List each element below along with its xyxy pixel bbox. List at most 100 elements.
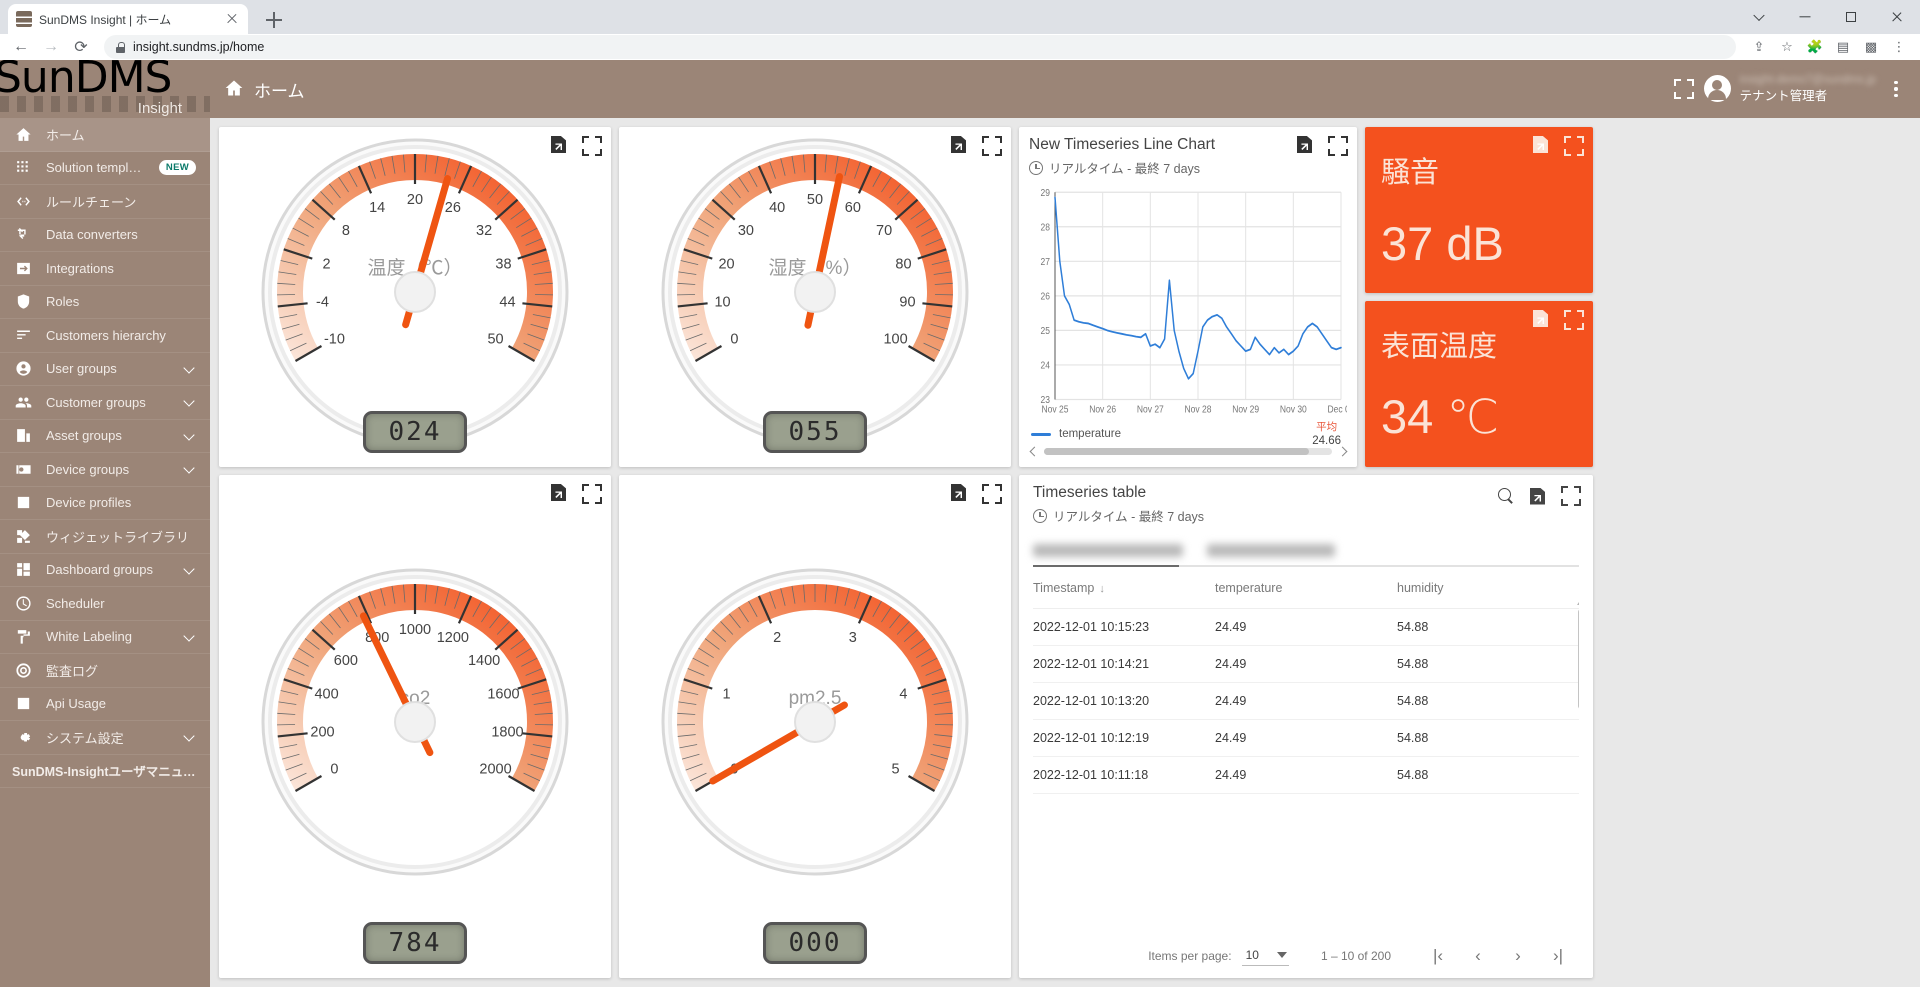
table-vscrollbar[interactable] [1577, 599, 1579, 930]
more-options-icon[interactable] [1886, 80, 1906, 98]
fullscreen-icon[interactable] [582, 484, 602, 504]
sidebar-item-19[interactable]: SunDMS-Insightユーザマニュアル [0, 755, 210, 788]
widget-line-chart[interactable]: New Timeseries Line Chart リアルタイム - 最終 7 … [1019, 127, 1357, 467]
forward-icon[interactable]: → [38, 34, 64, 60]
widget-surface-temp[interactable]: 表面温度 34 ℃ [1365, 301, 1593, 467]
sidebar-item-13[interactable]: Dashboard groups [0, 554, 210, 587]
fullscreen-icon[interactable] [1564, 310, 1584, 330]
sidebar-item-1[interactable]: Solution templates NEW [0, 152, 210, 185]
profile-icon[interactable]: ▩ [1858, 34, 1884, 60]
fullscreen-icon[interactable] [982, 136, 1002, 156]
export-icon[interactable] [1297, 136, 1312, 153]
scroll-right-icon[interactable] [1336, 446, 1347, 457]
extensions-icon[interactable]: 🧩 [1802, 34, 1828, 60]
sidebar-item-0[interactable]: ホーム [0, 118, 210, 152]
table-column-header[interactable]: temperature [1215, 567, 1397, 609]
sidebar-item-14[interactable]: Scheduler [0, 587, 210, 621]
chart-hscrollbar[interactable] [1029, 444, 1347, 458]
sidebar-item-18[interactable]: システム設定 [0, 721, 210, 755]
chevron-down-icon[interactable] [184, 463, 196, 475]
table-row[interactable]: 2022-12-01 10:11:18 24.49 54.88 [1033, 756, 1579, 794]
table-row[interactable]: 2022-12-01 10:13:20 24.49 54.88 [1033, 682, 1579, 720]
chevron-down-icon[interactable] [184, 731, 196, 743]
widget-gauge-pm25[interactable]: 012345pm2.5 000 [619, 475, 1011, 978]
widget-gauge-humidity[interactable]: 0 10 20 30 40 50 60 70 80 90 100 湿度（%） 055 [619, 127, 1011, 467]
fullscreen-icon[interactable] [1564, 136, 1584, 156]
search-icon[interactable] [1498, 488, 1514, 504]
table-device-tabs[interactable] [1033, 539, 1579, 561]
sidebar-item-11[interactable]: Device profiles [0, 487, 210, 520]
sidebar-item-8[interactable]: Customer groups [0, 386, 210, 420]
scroll-up-icon[interactable] [1577, 599, 1579, 605]
chevron-down-icon[interactable] [184, 631, 196, 643]
table-row[interactable]: 2022-12-01 10:15:23 24.49 54.88 [1033, 608, 1579, 646]
user-menu[interactable]: insight-demo7@sundms.jp テナント管理者 [1703, 73, 1876, 105]
scroll-thumb[interactable] [1578, 609, 1579, 709]
chevron-down-icon[interactable] [184, 564, 196, 576]
sidebar-item-3[interactable]: Data converters [0, 219, 210, 252]
sidebar-item-9[interactable]: Asset groups [0, 420, 210, 453]
sidebar-item-12[interactable]: ウィジェットライブラリ [0, 520, 210, 554]
sidebar-item-5[interactable]: Roles [0, 286, 210, 319]
sidebar-item-4[interactable]: Integrations [0, 252, 210, 286]
export-icon[interactable] [1530, 488, 1545, 505]
share-icon[interactable]: ⇪ [1746, 34, 1772, 60]
sidebar-item-16[interactable]: 監査ログ [0, 654, 210, 688]
chrome-menu-icon[interactable]: ⋮ [1886, 34, 1912, 60]
scroll-track[interactable] [1044, 447, 1332, 455]
table-column-header[interactable]: humidity [1397, 567, 1579, 609]
widget-gauge-co2[interactable]: 0200400600800100012001400160018002000co2… [219, 475, 611, 978]
scroll-thumb[interactable] [1044, 447, 1309, 455]
widget-gauge-temperature[interactable]: -10 -4 2 8 14 20 26 32 38 44 50 温度（℃） 024 [219, 127, 611, 467]
scroll-left-icon[interactable] [1029, 446, 1040, 457]
minimize-button[interactable] [1782, 0, 1828, 34]
widget-noise[interactable]: 騒音 37 dB [1365, 127, 1593, 293]
widget-timeseries-table[interactable]: Timeseries table リアルタイム - 最終 7 days Time… [1019, 475, 1593, 978]
export-icon[interactable] [551, 484, 566, 501]
next-page-button[interactable]: › [1503, 941, 1533, 971]
chart-legend[interactable]: temperature 平均 24.66 [1029, 421, 1347, 447]
dashboard-grid: -10 -4 2 8 14 20 26 32 38 44 50 温度（℃） 024 0 10 20 30 40… [210, 118, 1920, 987]
chevron-down-icon[interactable] [184, 363, 196, 375]
export-icon[interactable] [951, 136, 966, 153]
new-tab-button[interactable] [262, 8, 286, 32]
brand-logo[interactable]: SunDMS Insight [0, 60, 210, 118]
table-row[interactable]: 2022-12-01 10:12:19 24.49 54.88 [1033, 719, 1579, 757]
reload-icon[interactable]: ⟳ [68, 34, 94, 60]
items-per-page-select[interactable]: 10 [1241, 946, 1289, 966]
sidebar-item-7[interactable]: User groups [0, 353, 210, 386]
device-tab-2[interactable] [1207, 544, 1335, 557]
table-column-header[interactable]: Timestamp ↓ [1033, 567, 1215, 609]
bookmark-star-icon[interactable]: ☆ [1774, 34, 1800, 60]
table-row[interactable]: 2022-12-01 10:14:21 24.49 54.88 [1033, 645, 1579, 683]
fullscreen-icon[interactable] [1561, 486, 1581, 506]
fullscreen-icon[interactable] [582, 136, 602, 156]
sidebar-item-10[interactable]: Device groups [0, 453, 210, 487]
sidebar-item-label: ルールチェーン [46, 194, 137, 210]
export-icon[interactable] [551, 136, 566, 153]
sidepanel-icon[interactable]: ▤ [1830, 34, 1856, 60]
maximize-button[interactable] [1828, 0, 1874, 34]
fullscreen-icon[interactable] [1328, 136, 1348, 156]
fullscreen-icon[interactable] [1673, 79, 1694, 99]
export-icon[interactable] [1533, 310, 1548, 327]
chevron-down-icon[interactable] [184, 396, 196, 408]
window-close-button[interactable] [1874, 0, 1920, 34]
export-icon[interactable] [951, 484, 966, 501]
sidebar-item-6[interactable]: Customers hierarchy [0, 319, 210, 353]
sidebar-item-15[interactable]: White Labeling [0, 621, 210, 654]
prev-page-button[interactable]: ‹ [1463, 941, 1493, 971]
close-icon[interactable] [224, 11, 240, 27]
chevron-down-icon[interactable] [184, 430, 196, 442]
back-icon[interactable]: ← [8, 34, 34, 60]
fullscreen-icon[interactable] [982, 484, 1002, 504]
browser-tab[interactable]: SunDMS Insight | ホーム [8, 4, 248, 34]
chevron-down-icon[interactable] [1736, 0, 1782, 34]
first-page-button[interactable]: |‹ [1423, 941, 1453, 971]
device-tab-1[interactable] [1033, 544, 1183, 557]
address-bar[interactable]: insight.sundms.jp/home [104, 35, 1736, 59]
last-page-button[interactable]: ›| [1543, 941, 1573, 971]
sidebar-item-2[interactable]: ルールチェーン [0, 185, 210, 219]
sidebar-item-17[interactable]: Api Usage [0, 688, 210, 721]
export-icon[interactable] [1533, 136, 1548, 153]
